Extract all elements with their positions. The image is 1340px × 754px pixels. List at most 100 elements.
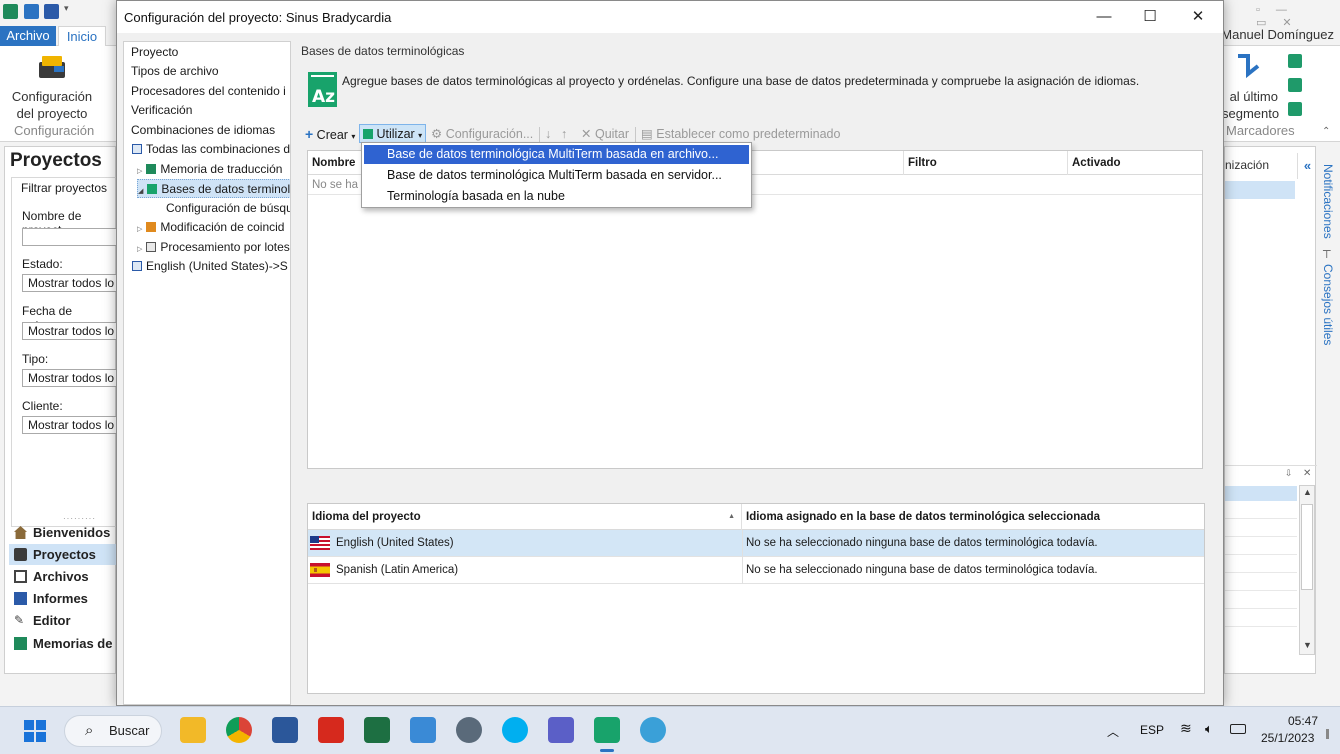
tree-item-content-processors[interactable]: Procesadores del contenido i	[131, 82, 286, 101]
skype-icon[interactable]	[502, 717, 528, 743]
collapse-icon[interactable]: ◢	[138, 188, 143, 195]
tree-item-proyecto[interactable]: Proyecto	[131, 43, 178, 62]
notifications-tab[interactable]: Notificaciones	[1321, 164, 1335, 239]
start-button[interactable]	[24, 720, 46, 742]
right-panel-scrollbar[interactable]: ▲ ▼	[1299, 485, 1315, 655]
language-row[interactable]: English (United States) No se ha selecci…	[308, 530, 1204, 557]
language-name: Spanish (Latin America)	[336, 564, 459, 576]
menu-item-server-based-termbase[interactable]: Base de datos terminológica MultiTerm ba…	[364, 166, 749, 185]
tree-item-language-pairs[interactable]: Combinaciones de idiomas	[131, 121, 275, 140]
column-project-language[interactable]: Idioma del proyecto ▲	[308, 504, 742, 530]
clock-time[interactable]: 05:47	[1288, 714, 1318, 728]
scroll-up-icon[interactable]: ▲	[1303, 487, 1312, 497]
show-desktop-button[interactable]	[1326, 729, 1329, 739]
tree-label: Todas las combinaciones d	[146, 142, 291, 156]
pin-icon[interactable]: ⇩	[1285, 468, 1293, 479]
wifi-icon[interactable]: ≋	[1180, 720, 1192, 737]
bookmark-icon-2[interactable]	[1288, 78, 1302, 92]
ribbon-collapse-icon[interactable]: ⌃	[1322, 126, 1330, 137]
taskbar-search[interactable]: ⌕ Buscar	[64, 715, 162, 747]
language-indicator[interactable]: ESP	[1140, 723, 1164, 737]
nav-archivos[interactable]: Archivos	[9, 566, 119, 587]
trados-icon[interactable]	[594, 717, 620, 743]
dialog-title: Configuración del proyecto: Sinus Bradyc…	[124, 10, 392, 25]
expand-icon[interactable]: ▷	[137, 168, 142, 175]
cell-divider	[742, 557, 743, 584]
collapse-panel-icon[interactable]: «	[1297, 153, 1317, 179]
gear-icon: ⚙	[431, 127, 443, 141]
battery-icon[interactable]	[1230, 724, 1246, 734]
column-filter[interactable]: Filtro	[904, 151, 1068, 175]
tab-archivo[interactable]: Archivo	[0, 26, 56, 46]
tree-item-match-modification[interactable]: ▷ Modificación de coincid	[137, 218, 284, 237]
tray-chevron-icon[interactable]: ︿	[1107, 723, 1119, 740]
bookmark-icon-3[interactable]	[1288, 102, 1302, 116]
qat-dropdown-icon[interactable]: ▾	[64, 3, 69, 14]
filter-state-select[interactable]: Mostrar todos lo	[22, 274, 120, 292]
projects-pane: Proyectos Filtrar proyectos Nombre de pr…	[4, 146, 120, 674]
acrobat-icon[interactable]	[318, 717, 344, 743]
tree-item-translation-memory[interactable]: ▷ Memoria de traducción	[137, 160, 282, 179]
filter-name-input[interactable]	[22, 228, 120, 246]
minimize-button[interactable]: —	[1081, 1, 1127, 33]
tree-item-verification[interactable]: Verificación	[131, 101, 192, 120]
tree-item-termbases[interactable]: ◢ Bases de datos terminol	[137, 179, 290, 198]
tree-item-search-settings[interactable]: Configuración de búsqu	[166, 199, 290, 218]
bookmark-icon-1[interactable]	[1288, 54, 1302, 68]
last-segment-button[interactable]: al último segmento	[1222, 88, 1279, 122]
save-icon[interactable]	[44, 4, 59, 19]
use-button[interactable]: Utilizar ▾	[359, 124, 427, 143]
filter-client-select[interactable]: Mostrar todos lo	[22, 416, 120, 434]
clock-date[interactable]: 25/1/2023	[1261, 731, 1314, 745]
scroll-down-icon[interactable]: ▼	[1303, 640, 1312, 650]
nav-memorias[interactable]: Memorias de	[9, 633, 119, 654]
column-assigned-language[interactable]: Idioma asignado en la base de datos term…	[742, 504, 1204, 530]
menu-item-cloud-terminology[interactable]: Terminología basada en la nube	[364, 187, 749, 206]
language-row[interactable]: Spanish (Latin America) No se ha selecci…	[308, 557, 1204, 584]
word-icon[interactable]	[272, 717, 298, 743]
notepad-icon[interactable]	[410, 717, 436, 743]
plus-icon: +	[305, 126, 314, 142]
settings-gear-icon[interactable]	[456, 717, 482, 743]
filter-due-select[interactable]: Mostrar todos lo	[22, 322, 120, 340]
nav-bienvenidos[interactable]: Bienvenidos	[9, 522, 119, 543]
close-panel-icon[interactable]: ✕	[1303, 468, 1311, 479]
windows-logo-icon	[24, 720, 46, 742]
file-explorer-icon[interactable]	[180, 717, 206, 743]
close-button[interactable]: ✕	[1175, 1, 1221, 33]
tree-label: Memoria de traducción	[160, 162, 283, 176]
user-name[interactable]: Manuel Domínguez	[1221, 27, 1334, 42]
useful-tips-tab[interactable]: Consejos útiles	[1321, 264, 1335, 345]
expand-icon[interactable]: ▷	[137, 246, 142, 253]
menu-item-file-based-termbase[interactable]: Base de datos terminológica MultiTerm ba…	[364, 145, 749, 164]
tab-inicio[interactable]: Inicio	[58, 26, 106, 46]
chrome-icon[interactable]	[226, 717, 252, 743]
right-panel-list-selected[interactable]	[1225, 486, 1297, 501]
filter-type-select[interactable]: Mostrar todos lo	[22, 369, 120, 387]
globe-app-icon[interactable]	[640, 717, 666, 743]
nav-informes[interactable]: Informes	[9, 588, 119, 609]
language-pair-icon	[132, 261, 142, 271]
nav-proyectos[interactable]: Proyectos	[9, 544, 119, 565]
tree-item-all-pairs[interactable]: Todas las combinaciones d	[132, 140, 290, 159]
project-settings-button[interactable]: Configuración del proyecto	[8, 88, 96, 122]
volume-icon[interactable]: 🔈︎	[1205, 721, 1213, 737]
remove-icon: ✕	[581, 127, 592, 141]
scroll-thumb[interactable]	[1301, 504, 1313, 590]
tree-item-file-types[interactable]: Tipos de archivo	[131, 62, 219, 81]
create-button[interactable]: + Crear ▾	[305, 125, 355, 144]
language-name: English (United States)	[336, 537, 454, 549]
nav-editor[interactable]: ✎ Editor	[9, 610, 119, 631]
tree-item-batch-processing[interactable]: ▷ Procesamiento por lotes	[137, 238, 290, 257]
grid-icon[interactable]	[24, 4, 39, 19]
tree-item-en-es[interactable]: English (United States)->S	[132, 257, 288, 276]
column-enabled[interactable]: Activado	[1068, 151, 1202, 175]
set-default-icon: ▤	[641, 127, 653, 141]
maximize-button[interactable]: ☐	[1127, 1, 1173, 33]
expand-icon[interactable]: ▷	[137, 226, 142, 233]
use-label: Utilizar	[376, 127, 415, 141]
excel-icon[interactable]	[364, 717, 390, 743]
teams-icon[interactable]	[548, 717, 574, 743]
right-panel-selected-row[interactable]	[1225, 181, 1295, 199]
us-flag-icon	[310, 536, 330, 550]
